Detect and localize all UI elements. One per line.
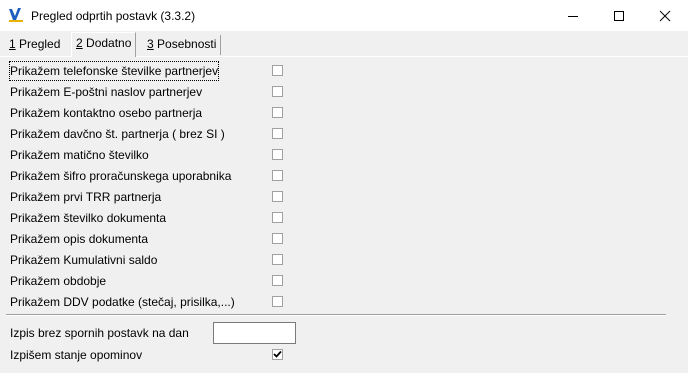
checkbox-cumulative-balance[interactable] (272, 254, 283, 265)
tab-dodatno[interactable]: 2 Dodatno (71, 32, 137, 57)
checkbox-tax-number[interactable] (272, 128, 283, 139)
date-filter-row: Izpis brez spornih postavk na dan (10, 324, 189, 342)
date-filter-input[interactable] (213, 322, 296, 344)
option-row-doc-number: Prikažem številko dokumenta (10, 209, 166, 227)
option-label-doc-number[interactable]: Prikažem številko dokumenta (10, 209, 166, 227)
minimize-button[interactable] (550, 0, 596, 31)
checkbox-email[interactable] (272, 86, 283, 97)
tab-pregled[interactable]: 1 Pregled (5, 35, 64, 55)
checkbox-budget-user[interactable] (272, 170, 283, 181)
option-label-budget-user[interactable]: Prikažem šifro proračunskega uporabnika (10, 167, 231, 185)
checkmark-icon (273, 350, 282, 358)
option-row-email: Prikažem E-poštni naslov partnerjev (10, 83, 202, 101)
checkbox-contact[interactable] (272, 107, 283, 118)
option-row-phone: Prikažem telefonske številke partnerjev (8, 61, 220, 81)
tab-pregled-label: Pregled (15, 37, 61, 51)
close-button[interactable] (642, 0, 688, 31)
section-divider-highlight (6, 315, 666, 316)
option-row-period: Prikažem obdobje (10, 272, 106, 290)
option-label-tax-number[interactable]: Prikažem davčno št. partnerja ( brez SI … (10, 125, 225, 143)
option-label-period[interactable]: Prikažem obdobje (10, 272, 106, 290)
checkbox-doc-number[interactable] (272, 212, 283, 223)
tab-posebnosti-label: Posebnosti (153, 37, 217, 51)
option-label-email[interactable]: Prikažem E-poštni naslov partnerjev (10, 83, 202, 101)
checkbox-trr[interactable] (272, 191, 283, 202)
tab-pregled-hotkey: 1 (9, 37, 16, 51)
minimize-icon (568, 16, 578, 17)
title-bar: Pregled odprtih postavk (3.3.2) (0, 0, 688, 31)
checkbox-period[interactable] (272, 275, 283, 286)
option-row-registration-number: Prikažem matično številko (10, 146, 149, 164)
option-row-trr: Prikažem prvi TRR partnerja (10, 188, 161, 206)
option-label-cumulative-balance[interactable]: Prikažem Kumulativni saldo (10, 251, 157, 269)
checkbox-doc-description[interactable] (272, 233, 283, 244)
option-row-cumulative-balance: Prikažem Kumulativni saldo (10, 251, 157, 269)
tab-dodatno-label: Dodatno (82, 36, 132, 50)
option-label-contact[interactable]: Prikažem kontaktno osebo partnerja (10, 104, 202, 122)
checkbox-registration-number[interactable] (272, 149, 283, 160)
maximize-button[interactable] (596, 0, 642, 31)
window-title: Pregled odprtih postavk (3.3.2) (31, 9, 196, 23)
tab-posebnosti-hotkey: 3 (147, 37, 154, 51)
checkbox-vat-data[interactable] (272, 296, 283, 307)
option-row-doc-description: Prikažem opis dokumenta (10, 230, 148, 248)
app-logo-icon (8, 7, 24, 23)
option-label-vat-data[interactable]: Prikažem DDV podatke (stečaj, prisilka,.… (10, 293, 235, 311)
close-icon (659, 10, 671, 22)
tab-posebnosti[interactable]: 3 Posebnosti (143, 35, 222, 55)
checkbox-reminder[interactable] (272, 349, 283, 360)
reminder-option-label[interactable]: Izpišem stanje opominov (10, 346, 142, 364)
option-label-registration-number[interactable]: Prikažem matično številko (10, 146, 149, 164)
date-filter-label: Izpis brez spornih postavk na dan (10, 326, 189, 340)
reminder-option-row: Izpišem stanje opominov (10, 346, 142, 364)
option-row-budget-user: Prikažem šifro proračunskega uporabnika (10, 167, 231, 185)
option-label-phone[interactable]: Prikažem telefonske številke partnerjev (8, 61, 220, 81)
tab-dodatno-hotkey: 2 (76, 36, 83, 50)
option-row-vat-data: Prikažem DDV podatke (stečaj, prisilka,.… (10, 293, 235, 311)
option-label-doc-description[interactable]: Prikažem opis dokumenta (10, 230, 148, 248)
maximize-icon (614, 11, 624, 21)
checkbox-phone[interactable] (272, 65, 283, 76)
option-row-contact: Prikažem kontaktno osebo partnerja (10, 104, 202, 122)
option-label-trr[interactable]: Prikažem prvi TRR partnerja (10, 188, 161, 206)
option-row-tax-number: Prikažem davčno št. partnerja ( brez SI … (10, 125, 225, 143)
